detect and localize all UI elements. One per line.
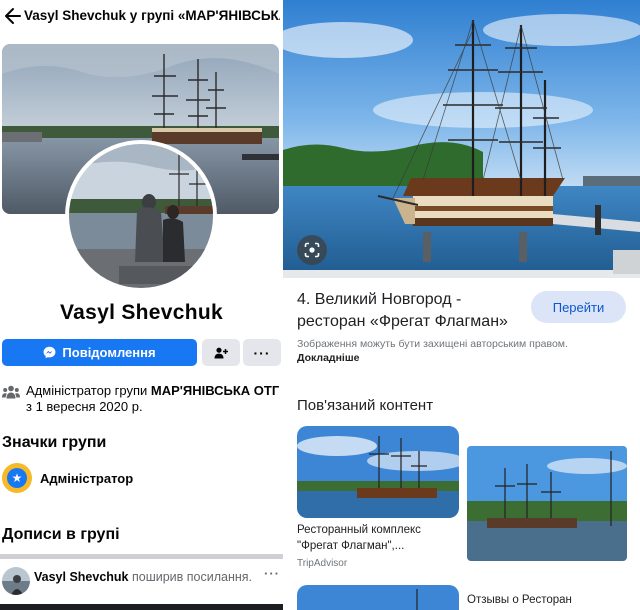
badge-label[interactable]: Адміністратор (40, 471, 133, 486)
message-button[interactable]: Повідомлення (2, 339, 197, 366)
profile-name: Vasyl Shevchuk (60, 301, 223, 324)
copyright-text: Зображення можуть бути захищені авторськ… (297, 338, 568, 350)
group-name-link[interactable]: МАР'ЯНІВСЬКА ОТГ (151, 383, 279, 398)
more-icon: ··· (253, 344, 271, 361)
related-card-image[interactable] (297, 585, 459, 610)
google-lens-icon (304, 242, 320, 258)
visit-button[interactable]: Перейти (531, 291, 626, 323)
badges-heading: Значки групи (2, 434, 107, 451)
add-friend-button[interactable] (202, 339, 240, 366)
post-action: поширив посилання. (128, 570, 253, 584)
copyright-notice: Зображення можуть бути захищені авторськ… (297, 337, 587, 365)
related-content-heading: Пов'язаний контент (297, 397, 434, 414)
group-icon (2, 385, 20, 399)
post-header: Vasyl Shevchuk поширив посилання. (34, 570, 259, 585)
bottom-edge (0, 604, 283, 610)
add-friend-icon (214, 347, 228, 358)
post-author-avatar[interactable] (2, 567, 30, 595)
star-icon: ★ (7, 468, 27, 488)
learn-more-link[interactable]: Докладніше (297, 352, 359, 364)
related-card-source: TripAdvisor (297, 558, 348, 569)
related-card-title[interactable]: Отзывы о Ресторан (467, 594, 572, 606)
section-divider (0, 554, 283, 559)
result-title[interactable]: 4. Великий Новгород - ресторан «Фрегат Ф… (297, 289, 522, 333)
posts-heading: Дописи в групі (2, 526, 120, 543)
related-card-image[interactable] (297, 426, 459, 518)
facebook-panel: Vasyl Shevchuk у групі «МАР'ЯНІВСЬКА... (0, 0, 283, 610)
post-author[interactable]: Vasyl Shevchuk (34, 570, 129, 584)
related-card-title[interactable]: Ресторанный комплекс "Фрегат Флагман",..… (297, 522, 462, 554)
post-more-icon[interactable]: ··· (264, 566, 280, 581)
admin-info-date: з 1 вересня 2020 р. (26, 399, 143, 414)
more-options-button[interactable]: ··· (243, 339, 281, 366)
page-title: Vasyl Shevchuk у групі «МАР'ЯНІВСЬКА... (24, 8, 280, 23)
message-button-label: Повідомлення (62, 345, 156, 360)
admin-info-text: Адміністратор групи МАР'ЯНІВСЬКА ОТГ з 1… (26, 383, 280, 415)
admin-info-prefix: Адміністратор групи (26, 383, 151, 398)
back-arrow-icon[interactable] (4, 6, 22, 26)
profile-picture-frame[interactable] (65, 140, 217, 292)
google-lens-button[interactable] (297, 235, 327, 265)
result-image[interactable] (283, 0, 640, 278)
profile-picture (69, 144, 213, 288)
related-card-image[interactable] (467, 446, 627, 561)
admin-badge-icon[interactable]: ★ (2, 463, 32, 493)
google-panel: 4. Великий Новгород - ресторан «Фрегат Ф… (283, 0, 640, 610)
top-bar: Vasyl Shevchuk у групі «МАР'ЯНІВСЬКА... (0, 0, 283, 36)
messenger-icon (43, 346, 56, 359)
